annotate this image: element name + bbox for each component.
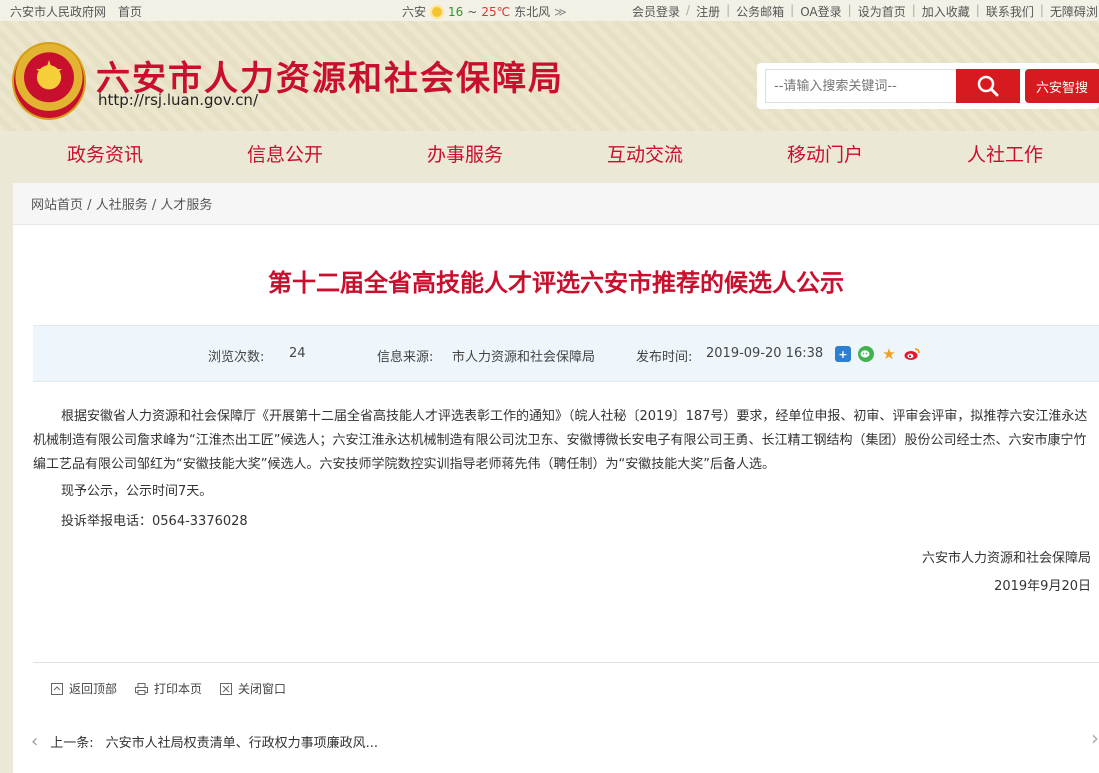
back-top-button[interactable]: 返回顶部 — [51, 680, 117, 697]
article-meta: 浏览次数: 24 信息来源: 市人力资源和社会保障局 发布时间: 2019-09… — [33, 325, 1099, 382]
nav-item-mobile[interactable]: 移动门户 — [787, 140, 863, 167]
search-icon — [977, 75, 999, 97]
chevron-right-icon[interactable]: › — [1091, 726, 1099, 750]
contact-link[interactable]: 联系我们 — [986, 3, 1034, 20]
views-value: 24 — [289, 346, 306, 361]
site-header: 六安市人力资源和社会保障局 http://rsj.luan.gov.cn/ 六安… — [0, 21, 1099, 131]
oa-login-link[interactable]: OA登录 — [800, 3, 841, 20]
add-favorite-link[interactable]: 加入收藏 — [922, 3, 970, 20]
register-link[interactable]: 注册 — [696, 3, 720, 20]
back-top-icon — [51, 682, 63, 695]
set-home-link[interactable]: 设为首页 — [858, 3, 906, 20]
printer-icon — [135, 682, 149, 695]
date-label: 发布时间: — [636, 350, 693, 365]
article-paragraph: 投诉举报电话：0564-3376028 — [61, 514, 248, 529]
article-paragraph: 根据安徽省人力资源和社会保障厅《开展第十二届全省高技能人才评选表彰工作的通知》（… — [33, 409, 1088, 472]
source-label: 信息来源: — [377, 350, 434, 365]
close-label: 关闭窗口 — [238, 682, 287, 696]
weibo-icon[interactable] — [904, 346, 920, 362]
article-actions: 返回顶部 打印本页 关闭窗口 — [51, 680, 286, 697]
sun-icon — [430, 4, 445, 19]
weather-high: 25℃ — [481, 4, 511, 19]
member-login-link[interactable]: 会员登录 — [632, 3, 680, 20]
gov-site-link[interactable]: 六安市人民政府网 — [10, 3, 106, 20]
mail-link[interactable]: 公务邮箱 — [736, 3, 784, 20]
nav-item-service[interactable]: 办事服务 — [427, 140, 503, 167]
weather-wind: 东北风 — [514, 5, 551, 19]
main-nav: 政务资讯 信息公开 办事服务 互动交流 移动门户 人社工作 — [0, 131, 1099, 177]
print-label: 打印本页 — [154, 682, 203, 696]
weather-more-icon[interactable]: ≫ — [554, 5, 567, 19]
national-emblem-icon — [12, 42, 86, 120]
weather-sep: ~ — [467, 4, 478, 19]
content-panel: 网站首页 / 人社服务 / 人才服务 第十二届全省高技能人才评选六安市推荐的候选… — [13, 183, 1099, 773]
share-plus-icon[interactable]: + — [835, 346, 851, 362]
prev-label: 上一条: — [50, 736, 94, 751]
breadcrumb: 网站首页 / 人社服务 / 人才服务 — [13, 183, 1099, 225]
article-body: 根据安徽省人力资源和社会保障厅《开展第十二届全省高技能人才评选表彰工作的通知》（… — [33, 405, 1093, 534]
close-icon — [220, 682, 233, 695]
article-signature: 六安市人力资源和社会保障局 — [921, 551, 1091, 566]
article-sign-date: 2019年9月20日 — [994, 579, 1091, 594]
breadcrumb-home[interactable]: 网站首页 — [31, 198, 83, 213]
search-box: 六安智搜 — [757, 63, 1099, 109]
article-title: 第十二届全省高技能人才评选六安市推荐的候选人公示 — [268, 269, 844, 297]
qzone-star-icon[interactable]: ★ — [881, 345, 897, 363]
site-url: http://rsj.luan.gov.cn/ — [98, 91, 258, 109]
date-value: 2019-09-20 16:38 — [706, 346, 824, 361]
nav-item-info[interactable]: 信息公开 — [247, 140, 323, 167]
nav-item-news[interactable]: 政务资讯 — [67, 140, 143, 167]
weather-city: 六安 — [402, 5, 427, 19]
breadcrumb-level1[interactable]: 人社服务 — [96, 198, 148, 213]
prev-article-link[interactable]: ‹ 上一条: 六安市人社局权责清单、行政权力事项廉政风... — [31, 731, 378, 752]
close-window-button[interactable]: 关闭窗口 — [220, 680, 286, 697]
breadcrumb-level2[interactable]: 人才服务 — [160, 198, 212, 213]
breadcrumb-sep: / — [87, 198, 92, 213]
weather-widget[interactable]: 六安 16 ~25℃ 东北风 ≫ — [402, 3, 567, 20]
article-paragraph: 现予公示，公示时间7天。 — [61, 484, 213, 499]
print-button[interactable]: 打印本页 — [135, 680, 202, 697]
zhisou-button[interactable]: 六安智搜 — [1025, 69, 1099, 103]
source-value: 市人力资源和社会保障局 — [452, 350, 596, 365]
wechat-icon[interactable] — [858, 346, 874, 362]
breadcrumb-sep: / — [151, 198, 157, 213]
weather-low: 16 — [448, 4, 464, 19]
prev-title[interactable]: 六安市人社局权责清单、行政权力事项廉政风... — [106, 732, 378, 751]
home-link[interactable]: 首页 — [118, 3, 142, 20]
nav-item-interaction[interactable]: 互动交流 — [607, 140, 683, 167]
nav-item-work[interactable]: 人社工作 — [967, 140, 1043, 167]
top-bar: 六安市人民政府网 首页 六安 16 ~25℃ 东北风 ≫ 会员登录 / 注册 | 公务… — [0, 0, 1099, 21]
chevron-left-icon: ‹ — [31, 731, 39, 752]
views-label: 浏览次数: — [208, 350, 265, 365]
divider — [33, 662, 1099, 663]
accessible-link[interactable]: 无障碍浏览 — [1050, 3, 1099, 20]
search-input[interactable] — [765, 69, 957, 103]
seal-stamp — [583, 76, 605, 130]
search-button[interactable] — [956, 69, 1020, 103]
back-top-label: 返回顶部 — [69, 682, 118, 696]
